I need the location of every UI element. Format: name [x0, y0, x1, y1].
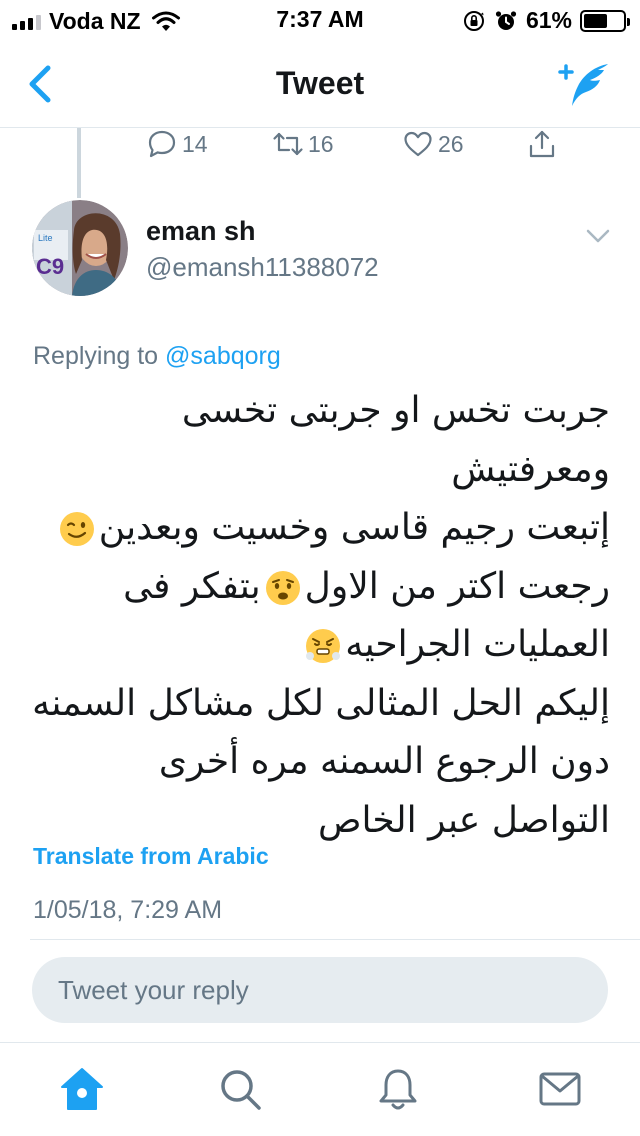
tweet-line: التواصل عبر الخاص: [317, 799, 610, 841]
share-icon: [529, 130, 555, 158]
alarm-icon: [495, 10, 517, 30]
retweet-icon: [273, 132, 303, 156]
avatar[interactable]: Lite C9: [32, 200, 128, 296]
battery-percent: 61%: [525, 7, 572, 33]
home-icon[interactable]: [58, 1065, 106, 1113]
retweet-count: 16: [308, 130, 334, 157]
orientation-lock-icon: [463, 10, 484, 31]
notifications-icon[interactable]: [374, 1065, 422, 1113]
tweet-line-text: رجعت اكتر من الاول: [304, 565, 610, 607]
replying-prefix: Replying to: [33, 342, 166, 370]
author-name[interactable]: eman sh: [146, 216, 256, 247]
wifi-icon: [151, 11, 180, 31]
share-action[interactable]: [526, 124, 558, 164]
tweet-line-text: إتبعت رجيم قاسى وخسيت وبعدين: [98, 507, 610, 548]
reply-placeholder: Tweet your reply: [58, 975, 249, 1005]
translate-link[interactable]: Translate from Arabic: [33, 843, 269, 870]
steaming-face-emoji: [306, 629, 341, 663]
previous-tweet-actions: 14 16 26: [146, 124, 576, 164]
retweet-action[interactable]: 16: [272, 124, 334, 164]
reply-count: 14: [182, 130, 208, 157]
svg-text:Lite: Lite: [38, 233, 53, 243]
battery-icon: [580, 9, 630, 32]
battery-fill: [584, 13, 608, 28]
like-count: 26: [438, 130, 464, 157]
reply-icon: [148, 130, 176, 158]
tweet-line-text: العمليات الجراحيه: [345, 624, 610, 665]
tweet-line: إليكم الحل المثالى لكل مشاكل السمنه: [32, 682, 610, 724]
tweet-line: رجعت اكتر من الاول بتفكر فى: [30, 558, 610, 617]
reply-action[interactable]: 14: [146, 124, 208, 164]
signal-icon: [12, 14, 41, 30]
heart-icon: [404, 131, 432, 157]
replying-to: Replying to @sabqorg: [33, 342, 281, 371]
tab-bar: [0, 1042, 640, 1136]
tweet-line: دون الرجوع السمنه مره أخرى: [158, 741, 610, 782]
nav-bar: Tweet: [0, 40, 640, 128]
status-right: 61%: [462, 7, 630, 34]
mention-link[interactable]: @sabqorg: [165, 342, 281, 370]
like-action[interactable]: 26: [402, 124, 464, 164]
compose-tweet-icon[interactable]: [556, 60, 614, 108]
tweet-line: جربت تخس او جربتى تخسى ومعرفتيش: [170, 390, 610, 490]
reply-input[interactable]: Tweet your reply: [32, 957, 608, 1023]
page-title: Tweet: [275, 65, 365, 101]
thread-connector: [77, 128, 81, 198]
chevron-down-icon[interactable]: [584, 226, 612, 246]
status-left: Voda NZ: [12, 8, 181, 35]
tweet-line: إتبعت رجيم قاسى وخسيت وبعدين: [30, 499, 610, 558]
search-icon[interactable]: [216, 1065, 264, 1113]
carrier-name: Voda NZ: [49, 8, 141, 34]
tweet-text: جربت تخس او جربتى تخسى ومعرفتيش إتبعت رجي…: [30, 382, 610, 850]
worried-face-emoji: [265, 570, 300, 605]
svg-text:C9: C9: [36, 254, 64, 279]
tweet-timestamp: 1/05/18, 7:29 AM: [33, 896, 223, 924]
messages-icon[interactable]: [536, 1065, 584, 1113]
status-bar: Voda NZ 7:37 AM 61%: [0, 0, 640, 40]
divider: [30, 939, 640, 940]
battery-cap: [627, 17, 630, 26]
winking-face-emoji: [59, 512, 94, 546]
author-handle[interactable]: @emansh11388072: [146, 252, 379, 283]
tweet-line-text: بتفكر فى: [123, 565, 261, 607]
tweet-line: العمليات الجراحيه: [30, 616, 610, 675]
